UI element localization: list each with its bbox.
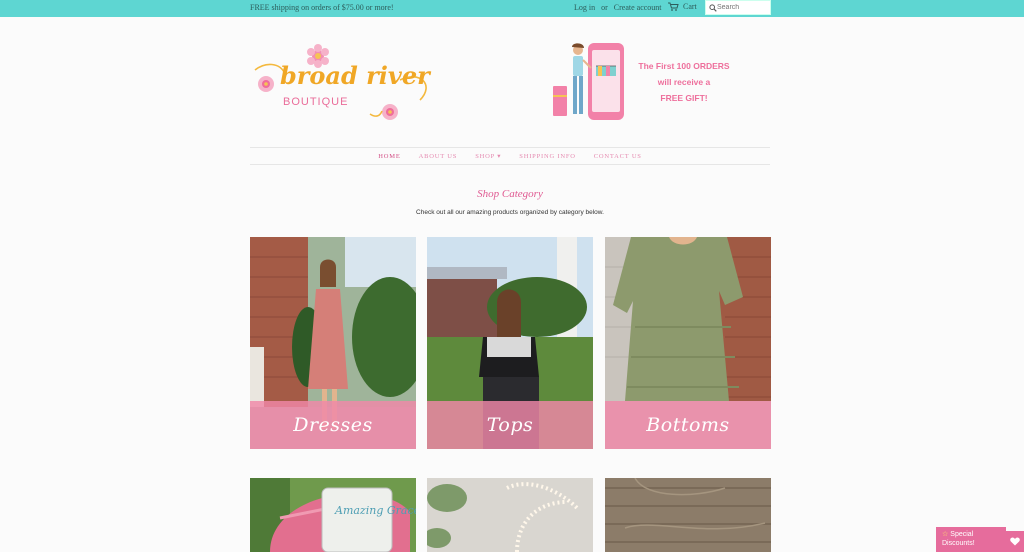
wishlist-button[interactable]	[1006, 531, 1024, 552]
logo-script-text: broad river	[280, 61, 432, 90]
shopping-illustration-icon	[553, 43, 624, 120]
search-input[interactable]	[717, 4, 769, 11]
nav-shop[interactable]: SHOP ▾	[475, 152, 501, 160]
cart-link[interactable]: Cart	[668, 2, 697, 11]
category-card-accessories[interactable]: Amazing Grace	[250, 478, 416, 552]
create-account-link[interactable]: Create account	[614, 3, 662, 12]
promo-line-2: will receive a	[657, 77, 711, 87]
category-card-tops[interactable]: Tops	[427, 237, 593, 449]
nav-contact-us[interactable]: CONTACT US	[594, 153, 642, 160]
promo-banner[interactable]: The First 100 ORDERS will receive a FREE…	[548, 40, 770, 126]
nav-about-us[interactable]: ABOUT US	[419, 153, 458, 160]
store-logo[interactable]: broad river BOUTIQUE	[250, 40, 435, 126]
or-text: or	[601, 3, 608, 12]
top-announcement-bar: FREE shipping on orders of $75.00 or mor…	[0, 0, 1024, 17]
shipping-notice: FREE shipping on orders of $75.00 or mor…	[250, 3, 394, 12]
hat-text: Amazing Grace	[334, 504, 416, 517]
category-label: Bottoms	[605, 401, 771, 449]
category-card-jewelry[interactable]	[427, 478, 593, 552]
special-discounts-button[interactable]: ☆ Special Discounts!	[936, 527, 1006, 552]
logo-subtitle-text: BOUTIQUE	[283, 96, 348, 108]
nav-shipping-info[interactable]: SHIPPING INFO	[519, 153, 575, 160]
login-link[interactable]: Log in	[574, 3, 595, 12]
nav-home[interactable]: HOME	[378, 153, 400, 160]
flower-icon	[382, 104, 398, 120]
category-label: Dresses	[250, 401, 416, 449]
wood-photo	[605, 478, 771, 552]
cart-icon	[668, 2, 679, 11]
hats-photo: Amazing Grace	[250, 478, 416, 552]
heart-icon	[1010, 537, 1020, 546]
account-links: Log in or Create account	[574, 3, 666, 12]
page-description: Check out all our amazing products organ…	[416, 209, 604, 216]
category-label: Tops	[427, 401, 593, 449]
search-box[interactable]	[705, 0, 771, 15]
jewelry-photo	[427, 478, 593, 552]
page-title: Shop Category	[477, 188, 543, 200]
search-icon	[709, 3, 717, 12]
promo-line-3: FREE GIFT!	[660, 93, 708, 103]
main-navigation: HOME ABOUT US SHOP ▾ SHIPPING INFO CONTA…	[250, 147, 770, 165]
category-card-dresses[interactable]: Dresses	[250, 237, 416, 449]
promo-text: The First 100 ORDERS will receive a FREE…	[636, 58, 732, 106]
category-card-bottoms[interactable]: Bottoms	[605, 237, 771, 449]
category-card-gifts[interactable]	[605, 478, 771, 552]
flower-icon	[258, 76, 274, 92]
promo-line-1: The First 100 ORDERS	[638, 61, 730, 71]
cart-label: Cart	[683, 2, 697, 11]
star-icon: ☆	[942, 531, 949, 538]
